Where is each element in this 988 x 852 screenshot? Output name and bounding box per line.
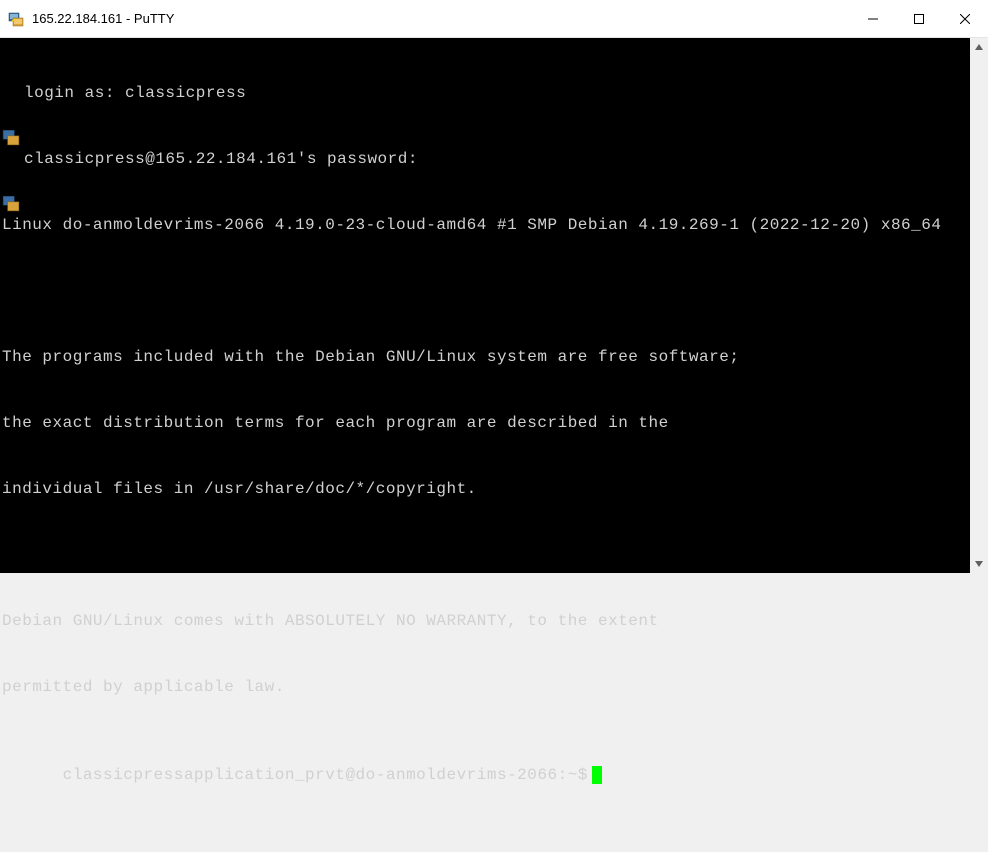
maximize-button[interactable] xyxy=(896,0,942,37)
terminal-line: Linux do-anmoldevrims-2066 4.19.0-23-clo… xyxy=(2,214,970,236)
terminal-line: the exact distribution terms for each pr… xyxy=(2,412,970,434)
terminal-area: login as: classicpress classicpress@165.… xyxy=(0,38,988,573)
terminal-line: The programs included with the Debian GN… xyxy=(2,346,970,368)
window-title: 165.22.184.161 - PuTTY xyxy=(32,11,850,26)
putty-prompt-icon xyxy=(2,150,20,168)
terminal-text: classicpress@165.22.184.161's password: xyxy=(24,148,418,170)
cursor xyxy=(592,766,602,784)
terminal-line: individual files in /usr/share/doc/*/cop… xyxy=(2,478,970,500)
terminal-text: permitted by applicable law. xyxy=(2,678,285,696)
scroll-down-icon[interactable] xyxy=(970,555,988,573)
terminal-line: permitted by applicable law. xyxy=(2,676,970,698)
window-titlebar: 165.22.184.161 - PuTTY xyxy=(0,0,988,38)
terminal-line xyxy=(2,280,970,302)
putty-icon xyxy=(8,11,24,27)
terminal-text: the exact distribution terms for each pr… xyxy=(2,414,669,432)
terminal-line: classicpress@165.22.184.161's password: xyxy=(2,148,970,170)
terminal-text: login as: classicpress xyxy=(24,82,246,104)
window-controls xyxy=(850,0,988,37)
close-button[interactable] xyxy=(942,0,988,37)
terminal-prompt: classicpressapplication_prvt@do-anmoldev… xyxy=(63,766,588,784)
terminal-text: Linux do-anmoldevrims-2066 4.19.0-23-clo… xyxy=(2,216,941,234)
terminal-text: individual files in /usr/share/doc/*/cop… xyxy=(2,480,477,498)
terminal-line: login as: classicpress xyxy=(2,82,970,104)
putty-prompt-icon xyxy=(2,84,20,102)
minimize-button[interactable] xyxy=(850,0,896,37)
terminal-line xyxy=(2,544,970,566)
terminal-text: Debian GNU/Linux comes with ABSOLUTELY N… xyxy=(2,612,659,630)
terminal-prompt-line: classicpressapplication_prvt@do-anmoldev… xyxy=(2,742,970,808)
terminal-text: The programs included with the Debian GN… xyxy=(2,348,739,366)
scrollbar[interactable] xyxy=(970,38,988,573)
terminal[interactable]: login as: classicpress classicpress@165.… xyxy=(0,38,970,573)
terminal-line: Debian GNU/Linux comes with ABSOLUTELY N… xyxy=(2,610,970,632)
scroll-up-icon[interactable] xyxy=(970,38,988,56)
